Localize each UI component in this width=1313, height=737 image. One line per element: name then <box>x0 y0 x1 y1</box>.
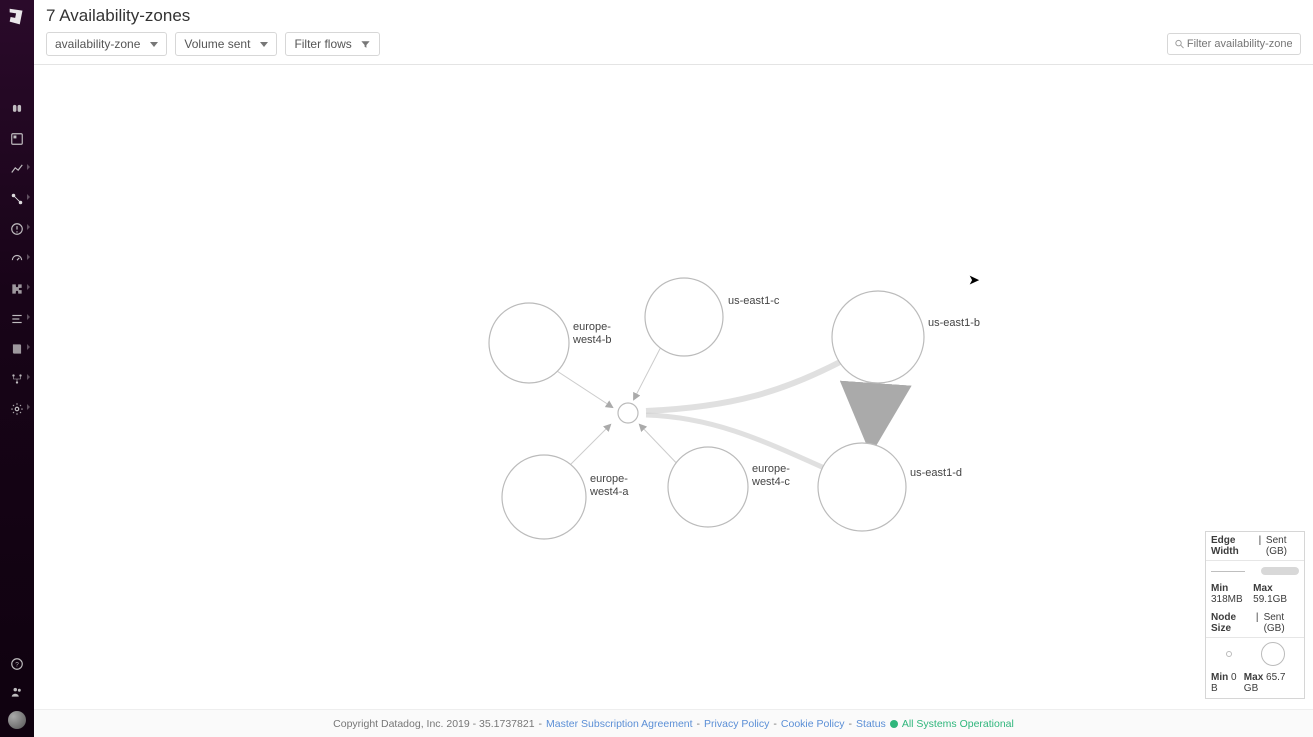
group-by-dropdown[interactable]: availability-zone <box>46 32 167 56</box>
nav-item-alert-icon[interactable] <box>6 220 28 238</box>
svg-text:?: ? <box>15 661 19 668</box>
cursor-icon: ➤ <box>968 272 980 289</box>
left-nav-sidebar: ? <box>0 0 34 737</box>
group-by-label: availability-zone <box>55 37 140 51</box>
filter-icon <box>360 39 371 50</box>
node-label: europe-west4-c <box>752 463 822 489</box>
nav-item-network-icon[interactable] <box>6 190 28 208</box>
help-icon[interactable]: ? <box>6 655 28 673</box>
footer-copyright: Copyright Datadog, Inc. 2019 - 35.173782… <box>333 718 534 730</box>
node-hub[interactable] <box>618 403 638 423</box>
page-title: 7 Availability-zones <box>34 0 1313 28</box>
node-label: europe-west4-a <box>590 473 660 499</box>
node-europe-west4-a[interactable] <box>502 455 586 539</box>
legend-panel: Edge Width | Sent (GB) Min 318MB Max 59.… <box>1205 531 1305 699</box>
nav-item-logs-icon[interactable] <box>6 310 28 328</box>
node-max-sample <box>1261 642 1285 666</box>
network-map-canvas[interactable]: europe-west4-b us-east1-c us-east1-b eur… <box>34 65 1313 737</box>
footer-link-privacy[interactable]: Privacy Policy <box>704 718 769 730</box>
user-avatar[interactable] <box>8 711 26 729</box>
edge-max-sample <box>1261 567 1299 575</box>
nav-item-gauge-icon[interactable] <box>6 250 28 268</box>
toolbar: availability-zone Volume sent Filter flo… <box>34 28 1313 65</box>
node-europe-west4-c[interactable] <box>668 447 748 527</box>
node-label: us-east1-b <box>928 317 980 330</box>
status-dot-icon <box>890 720 898 728</box>
team-icon[interactable] <box>6 683 28 701</box>
node-label: us-east1-c <box>728 295 779 308</box>
filter-flows-button[interactable]: Filter flows <box>285 32 379 56</box>
search-input[interactable] <box>1185 37 1294 51</box>
footer-status-text[interactable]: All Systems Operational <box>902 718 1014 730</box>
node-us-east1-c[interactable] <box>645 278 723 356</box>
nav-item-book-icon[interactable] <box>6 340 28 358</box>
node-us-east1-b[interactable] <box>832 291 924 383</box>
nav-item-chart-icon[interactable] <box>6 160 28 178</box>
footer-link-status[interactable]: Status <box>856 718 886 730</box>
footer: Copyright Datadog, Inc. 2019 - 35.173782… <box>34 709 1313 737</box>
footer-link-cookie[interactable]: Cookie Policy <box>781 718 845 730</box>
nav-item-gear-icon[interactable] <box>6 400 28 418</box>
legend-node-title: Node Size | Sent (GB) <box>1206 609 1304 638</box>
metric-label: Volume sent <box>184 37 250 51</box>
node-europe-west4-b[interactable] <box>489 303 569 383</box>
search-box[interactable] <box>1167 33 1301 55</box>
search-icon <box>1174 38 1185 50</box>
node-us-east1-d[interactable] <box>818 443 906 531</box>
nav-item-dashboard-icon[interactable] <box>6 130 28 148</box>
edge-min-sample <box>1211 571 1245 572</box>
node-label: europe-west4-b <box>573 321 643 347</box>
main-area: 7 Availability-zones availability-zone V… <box>34 0 1313 737</box>
filter-label: Filter flows <box>294 37 351 51</box>
nav-item-flow-icon[interactable] <box>6 370 28 388</box>
brand-logo[interactable] <box>4 4 30 30</box>
chevron-down-icon <box>260 42 268 47</box>
node-label: us-east1-d <box>910 467 962 480</box>
nav-item-binoculars-icon[interactable] <box>6 100 28 118</box>
node-min-sample <box>1226 651 1232 657</box>
legend-edge-title: Edge Width | Sent (GB) <box>1206 532 1304 561</box>
metric-dropdown[interactable]: Volume sent <box>175 32 277 56</box>
chevron-down-icon <box>150 42 158 47</box>
nav-item-puzzle-icon[interactable] <box>6 280 28 298</box>
footer-link-msa[interactable]: Master Subscription Agreement <box>546 718 693 730</box>
